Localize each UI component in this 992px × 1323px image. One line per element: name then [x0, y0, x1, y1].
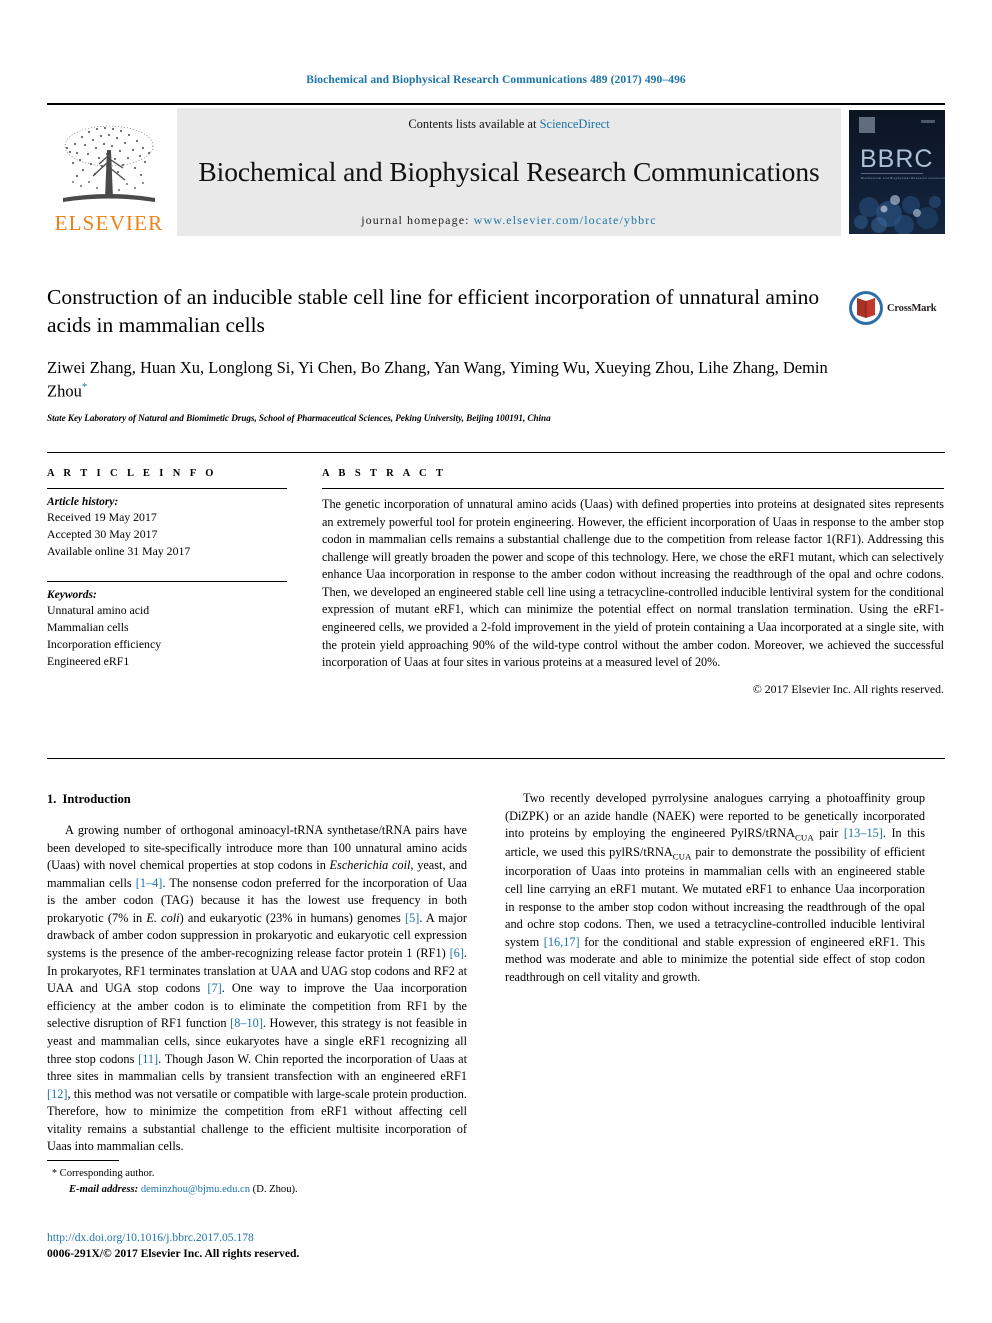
article-info-heading: A R T I C L E I N F O [47, 468, 217, 479]
abstract-column: A B S T R A C T The genetic incorporatio… [322, 468, 944, 697]
footnote-rule [47, 1160, 119, 1161]
svg-text:BBRC: BBRC [860, 145, 933, 173]
info-section-bottom-rule [47, 758, 945, 759]
journal-title: Biochemical and Biophysical Research Com… [198, 156, 820, 188]
citation-ref[interactable]: [11] [138, 1052, 158, 1066]
author-names: Ziwei Zhang, Huan Xu, Longlong Si, Yi Ch… [47, 357, 828, 401]
footnote-star: * [52, 1168, 57, 1179]
abstract-heading: A B S T R A C T [322, 468, 447, 479]
keyword-item: Incorporation efficiency [47, 636, 162, 651]
info-section-top-rule [47, 452, 945, 453]
citation-ref[interactable]: [5] [405, 911, 419, 925]
keyword-item: Unnatural amino acid [47, 603, 150, 618]
article-info-column: A R T I C L E I N F O Article history: R… [47, 468, 287, 669]
corresponding-author-marker: * [81, 380, 88, 393]
body-column-right: Two recently developed pyrrolysine analo… [505, 790, 925, 986]
crossmark-badge[interactable]: CrossMark [848, 290, 937, 326]
footer-block: http://dx.doi.org/10.1016/j.bbrc.2017.05… [47, 1230, 467, 1262]
citation-ref[interactable]: [6] [450, 946, 464, 960]
keywords-rule [47, 581, 287, 583]
citation-ref[interactable]: [13–15] [844, 826, 883, 840]
svg-text:Biochemical and Biophysical Re: Biochemical and Biophysical Research Com… [861, 176, 945, 180]
journal-cover-thumbnail: BBRC Biochemical and Biophysical Researc… [849, 110, 945, 234]
contents-prefix: Contents lists available at [408, 117, 540, 131]
citation-ref[interactable]: [1–4] [136, 876, 163, 890]
keywords-block: Keywords: Unnatural amino acid Mammalian… [47, 581, 287, 669]
running-head: Biochemical and Biophysical Research Com… [306, 74, 686, 86]
keyword-item: Mammalian cells [47, 620, 129, 634]
section-title: Introduction [62, 792, 131, 806]
keywords-label: Keywords: [47, 589, 97, 602]
affiliation: State Key Laboratory of Natural and Biom… [47, 412, 551, 423]
abstract-copyright: © 2017 Elsevier Inc. All rights reserved… [752, 681, 944, 696]
citation-ref[interactable]: [16,17] [544, 935, 580, 949]
elsevier-tree-icon [63, 125, 155, 202]
abstract-text: The genetic incorporation of unnatural a… [322, 497, 944, 670]
elsevier-logo: ELSEVIER [47, 108, 171, 236]
contents-available-line: Contents lists available at ScienceDirec… [408, 117, 609, 132]
intro-paragraph-1: A growing number of orthogonal aminoacyl… [47, 822, 467, 1156]
crossmark-label: CrossMark [887, 302, 937, 314]
citation-ref[interactable]: [8–10] [230, 1016, 263, 1030]
masthead-center-panel: Contents lists available at ScienceDirec… [177, 108, 841, 236]
journal-masthead: ELSEVIER Contents lists available at Sci… [47, 103, 945, 236]
corresponding-author-note: * Corresponding author. [47, 1166, 467, 1182]
homepage-url-link[interactable]: www.elsevier.com/locate/ybbrc [474, 213, 657, 227]
section-number: 1. [47, 792, 57, 806]
subscript-cua: CUA [672, 851, 692, 862]
author-list: Ziwei Zhang, Huan Xu, Longlong Si, Yi Ch… [47, 357, 847, 403]
p2b: pair [813, 826, 844, 841]
homepage-label: journal homepage: [361, 213, 474, 227]
corresponding-author-text: Corresponding author. [59, 1168, 155, 1179]
journal-article-page: Biochemical and Biophysical Research Com… [0, 0, 992, 1323]
article-history-label: Article history: [47, 496, 119, 508]
subscript-cua: CUA [795, 832, 814, 843]
email-label: E-mail address: [69, 1183, 139, 1195]
p1-italic-2: E. coli [146, 910, 180, 925]
email-note: E-mail address: deminzhou@bjmu.edu.cn (D… [47, 1182, 467, 1197]
history-accepted: Accepted 30 May 2017 [47, 526, 158, 541]
article-title-block: Construction of an inducible stable cell… [47, 283, 847, 423]
article-body: 1. Introduction A growing number of ortho… [47, 790, 945, 1170]
p1d: ) and eukaryotic (23% in humans) genomes [179, 910, 405, 925]
p1j: , this method was not versatile or compa… [47, 1086, 467, 1154]
keyword-item: Engineered eRF1 [47, 653, 130, 668]
abstract-rule [322, 488, 944, 489]
article-info-rule [47, 488, 287, 489]
doi-link[interactable]: http://dx.doi.org/10.1016/j.bbrc.2017.05… [47, 1230, 467, 1246]
bbrc-cover-icon: BBRC Biochemical and Biophysical Researc… [849, 110, 945, 234]
page-title: Construction of an inducible stable cell… [47, 285, 820, 338]
p1-italic-1: Escherichia coil [329, 858, 411, 873]
body-column-left: 1. Introduction A growing number of ortho… [47, 790, 467, 1156]
sciencedirect-link[interactable]: ScienceDirect [540, 117, 610, 131]
journal-homepage-line: journal homepage: www.elsevier.com/locat… [361, 213, 657, 228]
p2d: pair to demonstrate the possibility of e… [505, 845, 925, 949]
elsevier-wordmark: ELSEVIER [54, 211, 164, 235]
history-received: Received 19 May 2017 [47, 510, 157, 524]
email-link[interactable]: deminzhou@bjmu.edu.cn [141, 1184, 250, 1195]
email-suffix: (D. Zhou). [252, 1183, 298, 1195]
citation-ref[interactable]: [12] [47, 1087, 68, 1101]
intro-paragraph-2: Two recently developed pyrrolysine analo… [505, 790, 925, 986]
citation-ref[interactable]: [7] [207, 981, 221, 995]
footnote-block: * Corresponding author. E-mail address: … [47, 1160, 467, 1197]
introduction-heading: 1. Introduction [47, 790, 467, 808]
issn-copyright-line: 0006-291X/© 2017 Elsevier Inc. All right… [47, 1247, 300, 1261]
history-available-online: Available online 31 May 2017 [47, 543, 191, 558]
crossmark-icon [849, 291, 883, 325]
